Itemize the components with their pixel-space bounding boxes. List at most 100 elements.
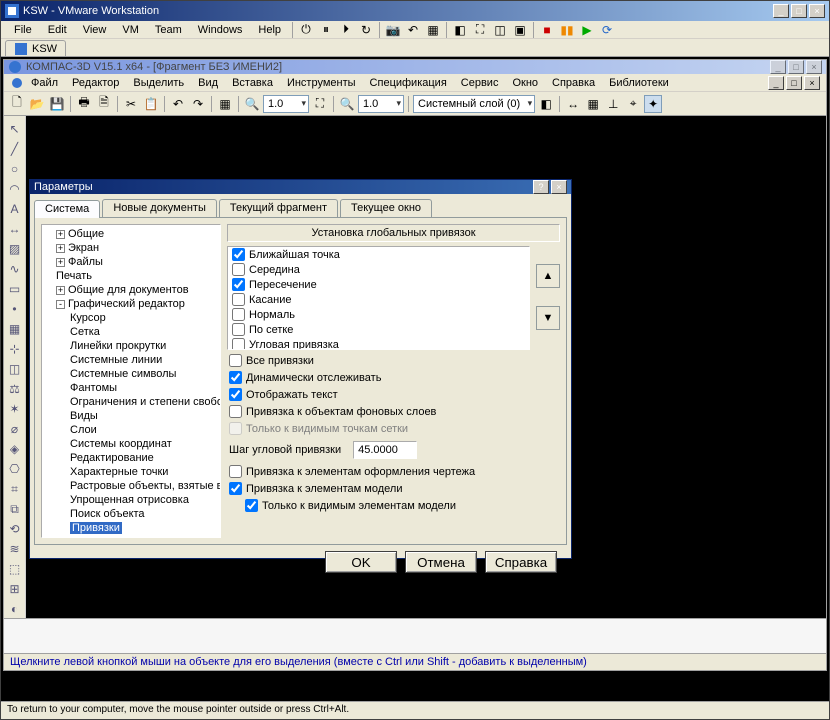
lt-table-icon[interactable]: ▦ [6,320,24,338]
tree-item[interactable]: Виды [70,409,220,423]
ktb-snapcfg-icon[interactable]: ✦ [644,95,662,113]
tb-snapshot-icon[interactable]: 📷 [384,21,402,39]
tree-item[interactable]: +Файлы [56,255,220,269]
tb-sidebar-icon[interactable]: ◧ [451,21,469,39]
dialog-close-button[interactable]: × [551,180,567,194]
chk-model[interactable]: Привязка к элементам модели [227,482,560,495]
cancel-button[interactable]: Отмена [405,551,477,573]
tab-system[interactable]: Система [34,200,100,218]
lt-axis-icon[interactable]: ⊹ [6,340,24,358]
tree-item[interactable]: Редактирование [70,451,220,465]
chk-all[interactable]: Все привязки [227,354,560,367]
maximize-button[interactable]: □ [791,4,807,18]
tab-curfrag[interactable]: Текущий фрагмент [219,199,338,217]
lt-measure-icon[interactable]: ⚖ [6,380,24,398]
tb-play-icon[interactable]: ▶ [578,21,596,39]
chk-modelvis[interactable]: Только к видимым элементам модели [227,499,560,512]
kompas-min-button[interactable]: _ [770,60,786,74]
close-button[interactable]: × [809,4,825,18]
lt-misc7-icon[interactable]: ⟲ [6,520,24,538]
ktb-redo-icon[interactable]: ↷ [189,95,207,113]
chk-bglayers-input[interactable] [229,405,242,418]
tree-item[interactable]: +Экран [56,241,220,255]
snap-checkbox[interactable] [232,263,245,276]
kmenu-file[interactable]: Файл [24,76,65,90]
tree-item[interactable]: Растровые объекты, взятые в … [70,479,220,493]
lt-select-icon[interactable]: ↖ [6,120,24,138]
tab-curwin[interactable]: Текущее окно [340,199,432,217]
kmenu-libs[interactable]: Библиотеки [602,76,676,90]
tb-fullscreen-icon[interactable]: ⛶ [471,21,489,39]
tb-pause-icon[interactable]: ▮▮ [558,21,576,39]
ktb-zoomwin-icon[interactable]: 🔍 [243,95,261,113]
kmenu-help[interactable]: Справка [545,76,602,90]
chk-decor-input[interactable] [229,465,242,478]
kompas-close-button[interactable]: × [806,60,822,74]
tree-item[interactable]: +Общие [56,227,220,241]
snap-list[interactable]: Ближайшая точкаСерединаПересечениеКасани… [227,246,530,350]
lt-point-icon[interactable]: • [6,300,24,318]
snap-row[interactable]: Нормаль [228,307,529,322]
ktb-dim-icon[interactable]: ↔ [564,95,582,113]
ktb-cut-icon[interactable]: ✂ [122,95,140,113]
menu-windows[interactable]: Windows [191,23,250,37]
ktb-snap-icon[interactable]: ⌖ [624,95,642,113]
chk-bglayers[interactable]: Привязка к объектам фоновых слоев [227,405,560,418]
tb-manager-icon[interactable]: ▦ [424,21,442,39]
lt-misc10-icon[interactable]: ⊞ [6,580,24,598]
snap-row[interactable]: Ближайшая точка [228,247,529,262]
tree-item[interactable]: Поиск объекта [70,507,220,521]
tree-item[interactable]: Системы координат [70,437,220,451]
lt-dim-icon[interactable]: ↔ [6,220,24,238]
tb-reset-icon[interactable]: ↻ [357,21,375,39]
menu-file[interactable]: File [7,23,39,37]
tb-poweroff-icon[interactable]: ⏻ [297,21,315,39]
layer-combo[interactable]: Системный слой (0) [413,95,535,113]
dialog-help-button[interactable]: ? [533,180,549,194]
ktb-ortho-icon[interactable]: ⊥ [604,95,622,113]
tb-poweron-icon[interactable]: ⏵ [337,21,355,39]
kmenu-service[interactable]: Сервис [454,76,506,90]
kmenu-spec[interactable]: Спецификация [363,76,454,90]
snap-checkbox[interactable] [232,248,245,261]
tree-item[interactable]: Печать [56,269,220,283]
chk-decor[interactable]: Привязка к элементам оформления чертежа [227,465,560,478]
lt-view-icon[interactable]: ◫ [6,360,24,378]
lt-misc2-icon[interactable]: ⌀ [6,420,24,438]
tree-item[interactable]: Линейки прокрутки [70,339,220,353]
snap-checkbox[interactable] [232,323,245,336]
lt-misc5-icon[interactable]: ⌗ [6,480,24,498]
tb-console-icon[interactable]: ▣ [511,21,529,39]
lt-misc1-icon[interactable]: ✶ [6,400,24,418]
snap-row[interactable]: По сетке [228,322,529,337]
vm-tab-ksw[interactable]: KSW [5,40,66,56]
doc-min-button[interactable]: _ [768,76,784,90]
ktb-print-icon[interactable]: 🖶 [75,95,93,113]
doc-close-button[interactable]: × [804,76,820,90]
kmenu-insert[interactable]: Вставка [225,76,280,90]
snap-checkbox[interactable] [232,278,245,291]
chk-all-input[interactable] [229,354,242,367]
menu-vm[interactable]: VM [115,23,146,37]
snap-row[interactable]: Пересечение [228,277,529,292]
lt-misc3-icon[interactable]: ◈ [6,440,24,458]
tab-newdocs[interactable]: Новые документы [102,199,217,217]
tree-item[interactable]: Системные линии [70,353,220,367]
ktb-open-icon[interactable]: 📂 [28,95,46,113]
kompas-max-button[interactable]: □ [788,60,804,74]
lt-text-icon[interactable]: A [6,200,24,218]
ktb-preview-icon[interactable]: 🗎 [95,95,113,113]
kmenu-view[interactable]: Вид [191,76,225,90]
snap-row[interactable]: Середина [228,262,529,277]
chk-dynamic[interactable]: Динамически отслеживать [227,371,560,384]
step-input[interactable] [353,441,417,459]
menu-help[interactable]: Help [251,23,288,37]
tb-rec-icon[interactable]: ⟳ [598,21,616,39]
ktb-new-icon[interactable]: 🗋 [8,95,26,113]
chk-showtext[interactable]: Отображать текст [227,388,560,401]
snap-row[interactable]: Угловая привязка [228,337,529,350]
tree-item[interactable]: -Графический редактор [56,297,220,311]
lt-hatch-icon[interactable]: ▨ [6,240,24,258]
doc-max-button[interactable]: □ [786,76,802,90]
move-down-button[interactable]: ▼ [536,306,560,330]
